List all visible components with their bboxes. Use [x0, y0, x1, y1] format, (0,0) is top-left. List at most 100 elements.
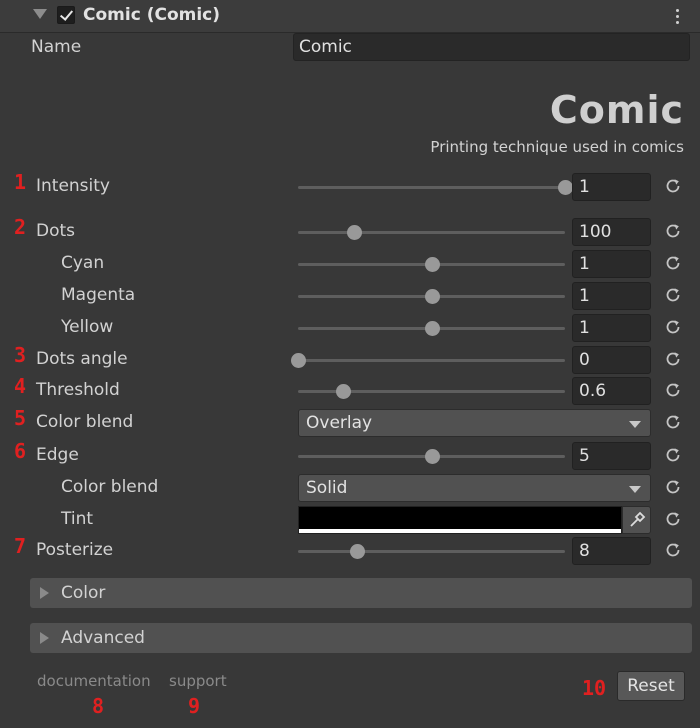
reset-value-icon[interactable] — [664, 318, 682, 336]
property-row-magenta: Magenta 1 — [0, 281, 700, 311]
support-link[interactable]: support — [169, 672, 227, 690]
value-field[interactable]: 1 — [572, 282, 651, 310]
property-label: Dots — [36, 221, 76, 241]
tint-color-swatch[interactable] — [298, 506, 622, 534]
property-row-color-blend: 5 Color blend Overlay — [0, 406, 700, 438]
inspector-panel: Comic (Comic) Name Comic Comic Printing … — [0, 0, 700, 728]
property-row-cyan: Cyan 1 — [0, 249, 700, 279]
component-header[interactable]: Comic (Comic) — [0, 0, 700, 33]
slider-thumb[interactable] — [424, 289, 440, 304]
property-label: Color blend — [61, 477, 159, 497]
annotation-number: 3 — [14, 343, 27, 367]
annotation-number: 5 — [14, 406, 27, 430]
reset-value-icon[interactable] — [664, 413, 682, 431]
dropdown-arrow-icon — [629, 421, 641, 428]
property-row-dots: 2 Dots 100 — [0, 215, 700, 247]
property-label: Color blend — [36, 412, 134, 432]
annotation-number: 2 — [14, 215, 27, 239]
slider-thumb[interactable] — [424, 449, 440, 464]
banner-subtitle: Printing technique used in comics — [430, 138, 684, 156]
dropdown-value: Solid — [306, 478, 348, 498]
annotation-number: 4 — [14, 374, 27, 398]
property-row-intensity: 1 Intensity 1 — [0, 170, 700, 202]
annotation-number: 1 — [14, 170, 27, 194]
foldout-label: Color — [61, 583, 106, 603]
banner-title: Comic — [549, 88, 684, 132]
property-label: Magenta — [61, 285, 136, 305]
reset-value-icon[interactable] — [664, 177, 682, 195]
value-field[interactable]: 1 — [572, 314, 651, 342]
value-field[interactable]: 0.6 — [572, 377, 651, 405]
value-field[interactable]: 5 — [572, 442, 651, 470]
property-row-color-blend: Color blend Solid — [0, 473, 700, 503]
name-label: Name — [31, 37, 82, 57]
name-input[interactable]: Comic — [293, 33, 690, 61]
property-label: Intensity — [36, 176, 110, 196]
blend-dropdown[interactable]: Solid — [298, 474, 651, 502]
annotation-number: 8 — [92, 694, 105, 718]
slider-thumb[interactable] — [349, 544, 365, 559]
slider-thumb[interactable] — [336, 384, 352, 399]
annotation-number: 10 — [582, 676, 607, 700]
enabled-checkbox[interactable] — [57, 6, 75, 24]
value-field[interactable]: 1 — [572, 250, 651, 278]
property-row-tint: Tint — [0, 505, 700, 535]
property-row-edge: 6 Edge 5 — [0, 439, 700, 471]
eyedropper-icon[interactable] — [622, 506, 651, 534]
more-options-icon[interactable] — [676, 9, 680, 25]
slider-track[interactable] — [298, 321, 565, 336]
property-row-posterize: 7 Posterize 8 — [0, 534, 700, 566]
property-label: Dots angle — [36, 349, 128, 369]
value-field[interactable]: 1 — [572, 173, 651, 201]
slider-track[interactable] — [298, 384, 565, 399]
foldout-label: Advanced — [61, 628, 145, 648]
foldout-advanced[interactable]: Advanced — [30, 623, 692, 653]
slider-track[interactable] — [298, 257, 565, 272]
value-field[interactable]: 0 — [572, 346, 651, 374]
reset-value-icon[interactable] — [664, 286, 682, 304]
property-label: Posterize — [36, 540, 114, 560]
property-row-dots-angle: 3 Dots angle 0 — [0, 343, 700, 375]
annotation-number: 6 — [14, 439, 27, 463]
foldout-color[interactable]: Color — [30, 578, 692, 608]
reset-value-icon[interactable] — [664, 222, 682, 240]
value-field[interactable]: 100 — [572, 218, 651, 246]
property-label: Yellow — [61, 317, 114, 337]
reset-value-icon[interactable] — [664, 478, 682, 496]
value-field[interactable]: 8 — [572, 537, 651, 565]
property-row-yellow: Yellow 1 — [0, 313, 700, 343]
slider-track[interactable] — [298, 289, 565, 304]
slider-thumb[interactable] — [558, 180, 573, 195]
slider-track[interactable] — [298, 449, 565, 464]
reset-value-icon[interactable] — [664, 381, 682, 399]
slider-track[interactable] — [298, 180, 573, 195]
reset-value-icon[interactable] — [664, 350, 682, 368]
reset-button[interactable]: Reset — [617, 671, 685, 701]
slider-thumb[interactable] — [424, 321, 440, 336]
property-label: Threshold — [36, 380, 120, 400]
slider-thumb[interactable] — [291, 353, 306, 368]
slider-thumb[interactable] — [424, 257, 440, 272]
alpha-bar — [299, 529, 621, 533]
dropdown-value: Overlay — [306, 413, 373, 433]
expand-arrow-icon — [40, 632, 49, 644]
component-title: Comic (Comic) — [83, 5, 221, 25]
dropdown-arrow-icon — [629, 486, 641, 493]
expand-arrow-icon — [40, 587, 49, 599]
reset-value-icon[interactable] — [664, 446, 682, 464]
annotation-number: 9 — [188, 694, 201, 718]
reset-value-icon[interactable] — [664, 541, 682, 559]
documentation-link[interactable]: documentation — [37, 672, 151, 690]
annotation-number: 7 — [14, 534, 27, 558]
slider-track[interactable] — [291, 353, 565, 368]
property-row-threshold: 4 Threshold 0.6 — [0, 374, 700, 406]
slider-track[interactable] — [298, 225, 565, 240]
reset-value-icon[interactable] — [664, 510, 682, 528]
slider-thumb[interactable] — [347, 225, 363, 240]
collapse-arrow-icon[interactable] — [33, 9, 47, 19]
property-label: Edge — [36, 445, 79, 465]
reset-value-icon[interactable] — [664, 254, 682, 272]
property-label: Tint — [61, 509, 94, 529]
slider-track[interactable] — [298, 544, 565, 559]
blend-dropdown[interactable]: Overlay — [298, 409, 651, 437]
